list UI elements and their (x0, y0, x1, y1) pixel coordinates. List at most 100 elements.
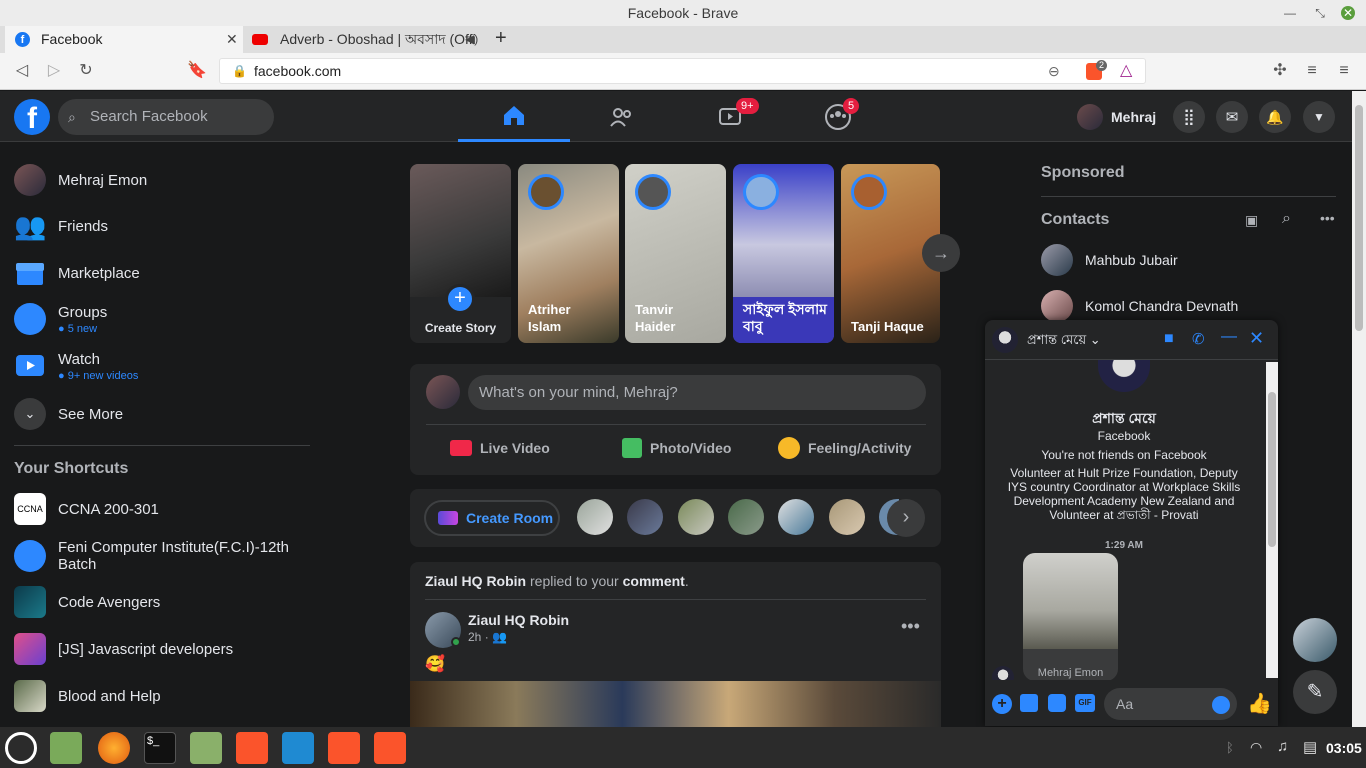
room-avatar[interactable] (829, 499, 865, 535)
extensions-icon[interactable]: ✣ (1270, 61, 1290, 81)
tab-groups[interactable]: 5 (782, 91, 894, 142)
messenger-button[interactable]: ✉ (1216, 101, 1248, 133)
emoji-icon[interactable] (1212, 696, 1230, 714)
chat-head-avatar[interactable] (1293, 618, 1337, 662)
photo-video-button[interactable]: Photo/Video (622, 434, 731, 462)
story-card[interactable]: সাইফুল ইসলাম বাবু (733, 164, 834, 343)
tab-home[interactable] (458, 91, 570, 142)
shortcut-item[interactable]: CCNA CCNA 200-301 (14, 487, 314, 531)
files-icon[interactable] (190, 732, 222, 764)
zoom-icon[interactable]: ⊖ (1048, 59, 1060, 83)
close-window-icon[interactable]: ✕ (1341, 6, 1355, 20)
new-tab-icon[interactable]: + (495, 27, 507, 50)
room-avatar[interactable] (678, 499, 714, 535)
new-message-button[interactable]: ✎ (1293, 670, 1337, 714)
maximize-icon[interactable]: ⤡ (1313, 6, 1327, 20)
video-call-icon[interactable]: ■ (1164, 330, 1174, 348)
media-controls-icon[interactable]: ≡ (1302, 61, 1322, 81)
post-image[interactable] (410, 681, 941, 727)
brave-icon[interactable] (236, 732, 268, 764)
phone-icon[interactable]: ✆ (1192, 330, 1205, 348)
room-avatar[interactable] (577, 499, 613, 535)
create-story-card[interactable]: + Create Story (410, 164, 511, 343)
search-input[interactable]: ⌕ Search Facebook (58, 99, 274, 135)
reload-icon[interactable]: ↻ (76, 61, 96, 81)
sidebar-item-profile[interactable]: Mehraj Emon (14, 158, 314, 202)
tab-watch[interactable]: 9+ (674, 91, 786, 142)
sidebar-item-watch[interactable]: Watch ● 9+ new videos (14, 344, 314, 388)
stories-next-button[interactable]: → (922, 234, 960, 272)
bookmark-icon[interactable]: 🔖 (187, 61, 207, 81)
plus-icon[interactable]: + (992, 694, 1012, 714)
audio-icon[interactable]: ◀) (465, 26, 478, 53)
post-notice[interactable]: Ziaul HQ Robin replied to your comment. (425, 573, 689, 589)
tab-friends[interactable] (566, 91, 678, 142)
chat-name-button[interactable]: প্রশান্ত মেয়ে ⌄ (1027, 331, 1101, 352)
minimize-icon[interactable]: — (1283, 6, 1297, 20)
clipboard-icon[interactable]: ▤ (1303, 738, 1317, 756)
tab-facebook[interactable]: f Facebook ✕ (5, 26, 243, 53)
room-avatar[interactable] (728, 499, 764, 535)
live-video-button[interactable]: Live Video (450, 434, 550, 462)
music-icon[interactable]: ♫ (1277, 738, 1288, 755)
clock[interactable]: 03:05 (1326, 740, 1362, 756)
thumbs-up-icon[interactable]: 👍 (1247, 691, 1272, 716)
post-time[interactable]: 2h (468, 630, 481, 644)
scrollbar-thumb[interactable] (1355, 105, 1363, 331)
tab-youtube[interactable]: Adverb - Oboshad | অবসাদ (Offi ◀) (244, 26, 481, 53)
close-tab-icon[interactable]: ✕ (226, 26, 238, 53)
story-card[interactable]: Tanvir Haider (625, 164, 726, 343)
account-button[interactable]: ▼ (1303, 101, 1335, 133)
scrollbar-thumb[interactable] (1268, 392, 1276, 547)
facebook-logo-icon[interactable]: f (14, 99, 50, 135)
bluetooth-icon[interactable]: ᛒ (1226, 740, 1234, 755)
brave-rewards-icon[interactable]: △ (1120, 59, 1132, 83)
post-options-icon[interactable]: ••• (901, 616, 920, 637)
avatar[interactable] (992, 327, 1018, 353)
post-author[interactable]: Ziaul HQ Robin (468, 612, 569, 628)
profile-button[interactable]: Mehraj (1077, 99, 1157, 135)
search-icon[interactable]: ⌕ (1282, 210, 1291, 228)
room-avatar[interactable] (627, 499, 663, 535)
shortcut-item[interactable]: Feni Computer Institute(F.C.I)-12th Batc… (14, 534, 314, 578)
menu-icon[interactable]: ≡ (1334, 61, 1354, 81)
terminal-icon[interactable]: $_ (144, 732, 176, 764)
vscode-icon[interactable] (282, 732, 314, 764)
address-bar[interactable]: 🔒 facebook.com ⊖ 2 △ (219, 58, 1146, 84)
gif-icon[interactable]: GIF (1075, 694, 1095, 712)
feeling-activity-button[interactable]: Feeling/Activity (778, 434, 911, 462)
show-desktop-icon[interactable] (50, 732, 82, 764)
create-room-button[interactable]: Create Room (424, 500, 560, 536)
sidebar-item-groups[interactable]: Groups ● 5 new (14, 297, 314, 341)
shortcut-item[interactable]: Blood and Help (14, 674, 314, 718)
mint-menu-icon[interactable] (5, 732, 37, 764)
minimize-chat-icon[interactable]: — (1221, 328, 1237, 346)
close-chat-icon[interactable]: ✕ (1249, 328, 1264, 349)
chat-scrollbar[interactable] (1266, 362, 1278, 678)
sidebar-item-marketplace[interactable]: Marketplace (14, 251, 314, 295)
brave-icon[interactable] (328, 732, 360, 764)
wifi-icon[interactable]: ◠ (1250, 739, 1262, 756)
shortcut-item[interactable]: [JS] Javascript developers (14, 627, 314, 671)
chat-window: প্রশান্ত মেয়ে ⌄ ■ ✆ — ✕ প্রশান্ত মেয়ে … (985, 320, 1278, 726)
brave-icon[interactable] (374, 732, 406, 764)
shared-post[interactable]: Mehraj Emon (1023, 553, 1118, 680)
shortcut-item[interactable]: Code Avengers (14, 580, 314, 624)
notifications-button[interactable]: 🔔 (1259, 101, 1291, 133)
image-icon[interactable] (1020, 694, 1038, 712)
forward-icon[interactable]: ▷ (44, 61, 64, 81)
contact-item[interactable]: Mahbub Jubair (1041, 240, 1178, 280)
see-more-button[interactable]: ⌄ See More (14, 392, 314, 436)
new-room-icon[interactable]: ▣ (1245, 212, 1258, 229)
menu-button[interactable]: ⣿ (1173, 101, 1205, 133)
status-input[interactable]: What's on your mind, Mehraj? (468, 375, 926, 410)
sidebar-item-friends[interactable]: 👥 Friends (14, 204, 314, 248)
back-icon[interactable]: ◁ (12, 61, 32, 81)
sticker-icon[interactable] (1048, 694, 1066, 712)
page-scrollbar[interactable] (1352, 91, 1366, 727)
firefox-icon[interactable] (98, 732, 130, 764)
options-icon[interactable]: ••• (1320, 210, 1335, 226)
story-card[interactable]: Atriher Islam (518, 164, 619, 343)
rooms-next-button[interactable]: › (887, 499, 925, 537)
room-avatar[interactable] (778, 499, 814, 535)
